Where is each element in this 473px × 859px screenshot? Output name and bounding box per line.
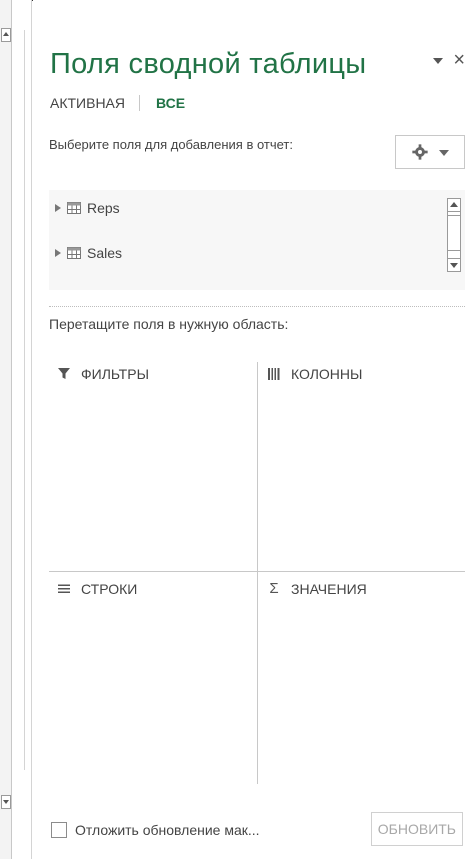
field-item-reps[interactable]: Reps — [55, 200, 120, 216]
pivot-areas: ФИЛЬТРЫ КОЛОННЫ СТРОКИ Σ ЗНАЧЕНИЯ — [49, 352, 465, 784]
scroll-down-icon[interactable] — [447, 258, 461, 272]
filters-label: ФИЛЬТРЫ — [81, 366, 149, 382]
area-divider-vertical — [257, 362, 258, 784]
defer-update-checkbox[interactable] — [51, 822, 67, 838]
rows-area[interactable]: СТРОКИ — [49, 567, 257, 782]
choose-fields-label: Выберите поля для добавления в отчет: — [49, 137, 293, 152]
scroll-thumb[interactable] — [448, 215, 460, 251]
values-label: ЗНАЧЕНИЯ — [291, 581, 367, 597]
field-item-sales[interactable]: Sales — [55, 245, 122, 261]
update-button[interactable]: ОБНОВИТЬ — [370, 812, 463, 846]
defer-update-label[interactable]: Отложить обновление мак... — [75, 822, 260, 838]
columns-area[interactable]: КОЛОННЫ — [257, 352, 465, 567]
pane-title: Поля сводной таблицы — [50, 48, 367, 80]
settings-button[interactable] — [395, 135, 465, 169]
chevron-down-icon[interactable] — [433, 58, 444, 64]
close-icon[interactable]: × — [453, 50, 465, 70]
expand-icon[interactable] — [55, 204, 61, 212]
field-list-scrollbar[interactable] — [447, 198, 461, 272]
rows-label: СТРОКИ — [81, 581, 138, 597]
pane-gutter — [12, 0, 32, 859]
field-label: Reps — [87, 200, 120, 216]
field-label: Sales — [87, 245, 123, 261]
pivot-fields-pane: Поля сводной таблицы × АКТИВНАЯ ВСЕ Выбе… — [33, 0, 473, 859]
values-area[interactable]: Σ ЗНАЧЕНИЯ — [257, 567, 465, 782]
filters-area[interactable]: ФИЛЬТРЫ — [49, 352, 257, 567]
table-icon — [67, 247, 81, 259]
field-tabs: АКТИВНАЯ ВСЕ — [50, 95, 199, 111]
pane-footer: Отложить обновление мак... ОБНОВИТЬ — [49, 812, 469, 848]
gear-icon — [412, 144, 428, 160]
gutter-divider — [24, 30, 25, 770]
columns-icon — [267, 367, 281, 381]
area-divider-horizontal — [49, 571, 465, 572]
scroll-up-icon[interactable] — [1, 28, 11, 42]
pane-header-controls: × — [433, 50, 465, 70]
scroll-up-icon[interactable] — [447, 198, 461, 212]
sigma-icon: Σ — [269, 580, 279, 597]
section-divider — [49, 306, 465, 307]
chevron-down-icon — [439, 150, 449, 156]
field-list: Reps Sales — [49, 190, 465, 290]
scroll-down-icon[interactable] — [1, 795, 11, 809]
tab-active[interactable]: АКТИВНАЯ — [50, 95, 139, 111]
filter-icon — [57, 367, 71, 381]
drag-fields-label: Перетащите поля в нужную область: — [49, 316, 289, 332]
columns-label: КОЛОННЫ — [291, 366, 363, 382]
rows-icon — [57, 582, 71, 596]
table-icon — [67, 202, 81, 214]
tab-all[interactable]: ВСЕ — [139, 95, 199, 111]
worksheet-scrollbar[interactable] — [0, 0, 12, 859]
expand-icon[interactable] — [55, 249, 61, 257]
